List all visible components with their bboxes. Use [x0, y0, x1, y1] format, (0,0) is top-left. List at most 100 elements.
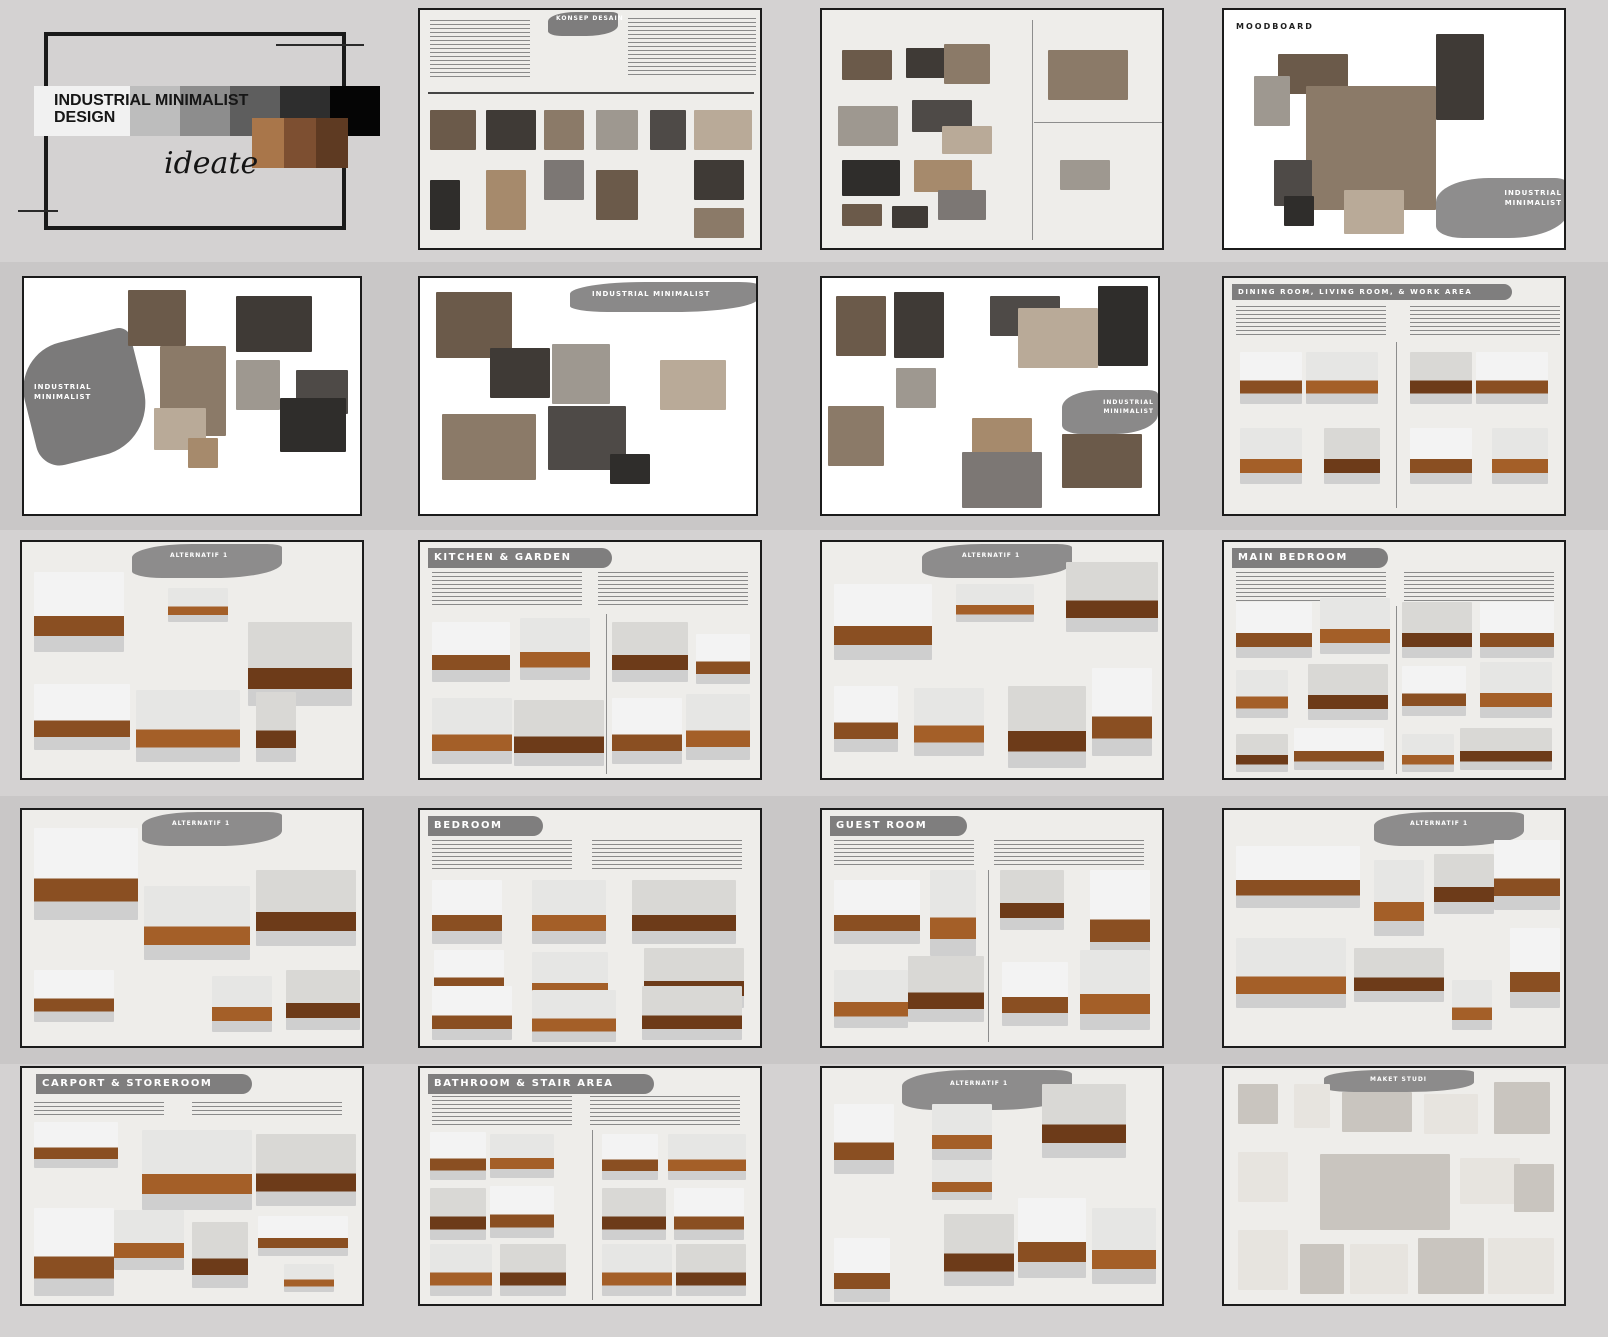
slide-heading: ALTERNATIF 1 [950, 1080, 1009, 1087]
dining-slide[interactable]: DINING ROOM, LIVING ROOM, & WORK AREA [1222, 276, 1566, 516]
reference-photo [1062, 434, 1142, 488]
room-render [34, 1208, 114, 1296]
text-block [1404, 572, 1554, 602]
slide-header: BATHROOM & STAIR AREA [428, 1074, 654, 1094]
room-render [1480, 662, 1552, 718]
maket-slide[interactable]: MAKET STUDI [1222, 1066, 1566, 1306]
room-render [1324, 428, 1380, 484]
reference-photo [1018, 308, 1098, 368]
cover-script-word: ideate [164, 146, 259, 181]
room-render [1080, 950, 1150, 1030]
reference-photo [1436, 34, 1484, 120]
text-block [34, 1102, 164, 1116]
room-render [256, 692, 296, 762]
alt-stair-slide[interactable]: ALTERNATIF 1 [820, 1066, 1164, 1306]
references-slide[interactable] [820, 8, 1164, 250]
reference-photo [1460, 1158, 1520, 1204]
alt-kitchen-slide[interactable]: ALTERNATIF 1 [820, 540, 1164, 780]
room-render [956, 584, 1034, 622]
room-render [1000, 870, 1064, 930]
reference-photo [128, 290, 186, 346]
reference-photo [1238, 1230, 1288, 1290]
room-render [1240, 428, 1302, 484]
bedroom-slide[interactable]: BEDROOM [418, 808, 762, 1048]
text-block [994, 840, 1144, 866]
room-render [1476, 352, 1548, 404]
reference-photo [942, 126, 992, 154]
cover-title-line: DESIGN [54, 109, 116, 126]
room-render [192, 1222, 248, 1288]
reference-photo [1300, 1244, 1344, 1294]
slide-heading: MAKET STUDI [1370, 1076, 1428, 1083]
cover-slide[interactable]: INDUSTRIAL MINIMALIST DESIGN ideate [0, 0, 392, 258]
room-render [932, 1160, 992, 1200]
divider [592, 1130, 593, 1300]
text-block [432, 840, 572, 870]
text-block [432, 572, 582, 608]
reference-photo [188, 438, 218, 468]
slide-header: BEDROOM [428, 816, 543, 836]
reference-photo [486, 170, 526, 230]
cover-title: INDUSTRIAL MINIMALIST DESIGN [54, 92, 248, 126]
room-render [1066, 562, 1158, 632]
reference-photo [236, 360, 280, 410]
reference-photo [938, 190, 986, 220]
room-render [430, 1188, 486, 1240]
slide-heading: MOODBOARD [1236, 22, 1314, 31]
main-bedroom-slide[interactable]: MAIN BEDROOM [1222, 540, 1566, 780]
reference-photo [838, 106, 898, 146]
reference-photo [1344, 190, 1404, 234]
room-render [834, 686, 898, 752]
board-label: INDUSTRIAL MINIMALIST [592, 290, 711, 298]
alt-living-slide[interactable]: ALTERNATIF 1 [20, 540, 364, 780]
room-render [602, 1188, 666, 1240]
room-render [1374, 860, 1424, 936]
room-render [602, 1244, 672, 1296]
room-render [932, 1104, 992, 1160]
board-label: INDUSTRIAL MINIMALIST [34, 383, 92, 401]
concept-slide[interactable]: KONSEP DESAIN [418, 8, 762, 250]
reference-photo [1238, 1152, 1288, 1202]
reference-photo [236, 296, 312, 352]
board-label: INDUSTRIAL MINIMALIST [1103, 399, 1154, 415]
moodboard-slide[interactable]: MOODBOARD INDUSTRIAL MINIMALIST [1222, 8, 1566, 250]
reference-photo [1238, 1084, 1278, 1124]
alt-bedroom-slide[interactable]: ALTERNATIF 1 [20, 808, 364, 1048]
room-render [676, 1244, 746, 1296]
im-board-3-slide[interactable]: INDUSTRIAL MINIMALIST [820, 276, 1160, 516]
room-render [212, 976, 272, 1032]
slide-heading: ALTERNATIF 1 [170, 552, 229, 559]
room-render [834, 584, 932, 660]
text-block [192, 1102, 342, 1116]
reference-photo [836, 296, 886, 356]
carport-slide[interactable]: CARPORT & STOREROOM [20, 1066, 364, 1306]
im-board-1-slide[interactable]: INDUSTRIAL MINIMALIST [22, 276, 362, 516]
reference-photo [650, 110, 686, 150]
kitchen-slide[interactable]: KITCHEN & GARDEN [418, 540, 762, 780]
alt-guest-slide[interactable]: ALTERNATIF 1 [1222, 808, 1566, 1048]
text-block [590, 1096, 740, 1126]
room-render [1236, 734, 1288, 772]
room-render [1002, 962, 1068, 1026]
room-render [432, 698, 512, 764]
room-render [432, 986, 512, 1040]
room-render [930, 870, 976, 956]
room-render [532, 880, 606, 944]
brush-stroke [132, 544, 282, 578]
room-render [490, 1186, 554, 1238]
im-board-2-slide[interactable]: INDUSTRIAL MINIMALIST [418, 276, 758, 516]
brush-stroke [142, 812, 282, 846]
room-render [944, 1214, 1014, 1286]
guest-slide[interactable]: GUEST ROOM [820, 808, 1164, 1048]
reference-photo [694, 160, 744, 200]
room-render [1320, 598, 1390, 654]
room-render [1236, 938, 1346, 1008]
room-render [1410, 428, 1472, 484]
room-render [284, 1264, 334, 1292]
divider [1032, 20, 1033, 240]
room-render [1410, 352, 1472, 404]
reference-photo [544, 160, 584, 200]
bathroom-slide[interactable]: BATHROOM & STAIR AREA [418, 1066, 762, 1306]
room-render [1494, 840, 1560, 910]
room-render [430, 1244, 492, 1296]
